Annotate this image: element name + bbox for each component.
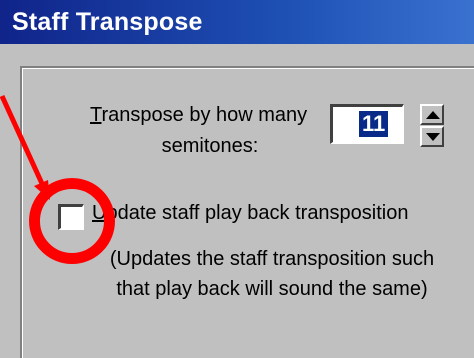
staff-transpose-dialog: Staff Transpose Transpose by how many se…	[0, 0, 474, 358]
annotation-arrow-icon	[0, 94, 50, 200]
